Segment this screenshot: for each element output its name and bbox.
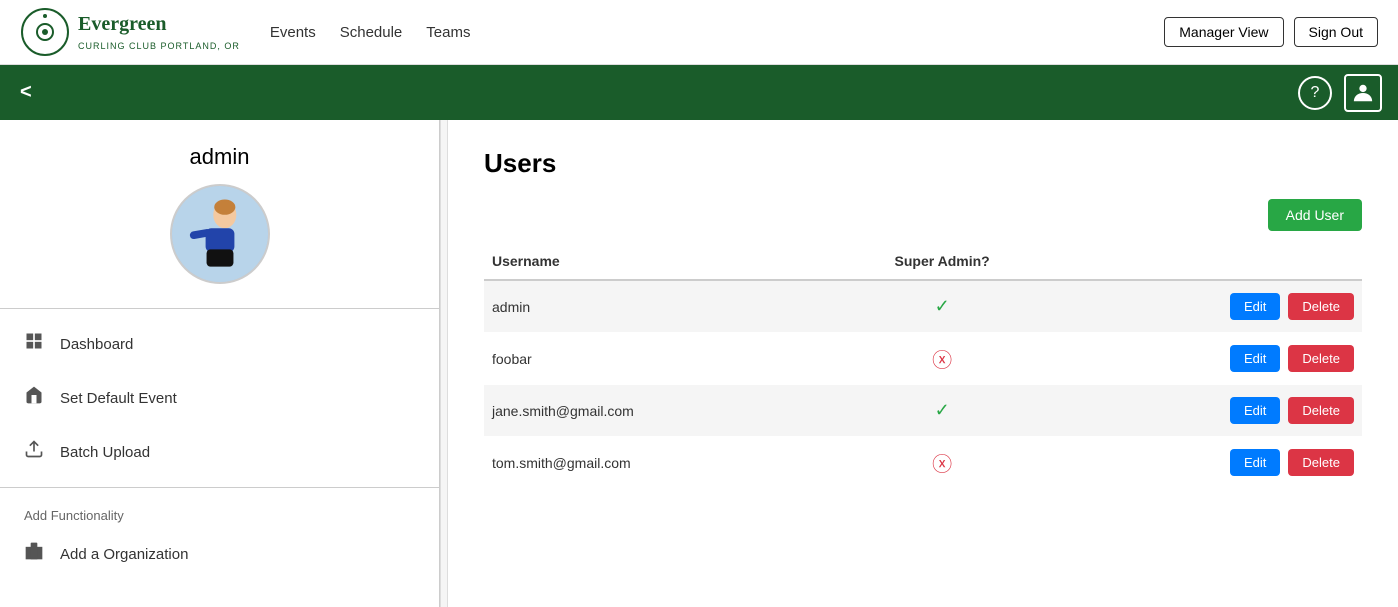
action-buttons: Edit Delete: [1069, 397, 1354, 424]
navbar-left: Evergreen CURLING CLUB PORTLAND, OR Even…: [20, 7, 470, 57]
green-bar-left: <: [16, 77, 36, 108]
table-row: jane.smith@gmail.com ✓ Edit Delete: [484, 385, 1362, 436]
x-circle-icon: ⓧ: [932, 350, 952, 372]
logo-area: Evergreen CURLING CLUB PORTLAND, OR: [20, 7, 240, 57]
edit-button[interactable]: Edit: [1230, 345, 1280, 372]
cell-username: foobar: [484, 332, 823, 385]
edit-button[interactable]: Edit: [1230, 397, 1280, 424]
sidebar-item-dashboard[interactable]: Dashboard: [0, 317, 439, 371]
col-actions: [1061, 243, 1362, 280]
person-icon: [1352, 82, 1374, 104]
avatar: [170, 184, 270, 284]
nav-schedule[interactable]: Schedule: [340, 24, 403, 41]
col-username: Username: [484, 243, 823, 280]
logo-icon: [20, 7, 70, 57]
delete-button[interactable]: Delete: [1288, 345, 1354, 372]
delete-button[interactable]: Delete: [1288, 449, 1354, 476]
cell-username: admin: [484, 280, 823, 332]
sidebar-item-batch-upload[interactable]: Batch Upload: [0, 425, 439, 479]
cell-actions: Edit Delete: [1061, 280, 1362, 332]
upload-icon: [24, 439, 44, 465]
cell-username: jane.smith@gmail.com: [484, 385, 823, 436]
cell-actions: Edit Delete: [1061, 385, 1362, 436]
profile-name: admin: [190, 144, 250, 170]
table-row: admin ✓ Edit Delete: [484, 280, 1362, 332]
home-icon: [24, 385, 44, 411]
delete-button[interactable]: Delete: [1288, 293, 1354, 320]
logo-text: Evergreen CURLING CLUB PORTLAND, OR: [78, 13, 240, 52]
sidebar-item-set-default-event[interactable]: Set Default Event: [0, 371, 439, 425]
sidebar-item-add-organization-label: Add a Organization: [60, 546, 188, 563]
sidebar-item-dashboard-label: Dashboard: [60, 336, 133, 353]
green-bar-right: ?: [1298, 74, 1382, 112]
cell-super-admin: ✓: [823, 385, 1062, 436]
back-button[interactable]: <: [16, 77, 36, 108]
delete-button[interactable]: Delete: [1288, 397, 1354, 424]
cell-actions: Edit Delete: [1061, 436, 1362, 489]
table-row: foobar ⓧ Edit Delete: [484, 332, 1362, 385]
profile-button[interactable]: [1344, 74, 1382, 112]
table-header-row: Username Super Admin?: [484, 243, 1362, 280]
main-layout: admin: [0, 120, 1398, 607]
nav-teams[interactable]: Teams: [426, 24, 470, 41]
users-table: Username Super Admin? admin ✓ Edit Delete…: [484, 243, 1362, 489]
x-circle-icon: ⓧ: [932, 454, 952, 476]
sidebar-item-set-default-event-label: Set Default Event: [60, 390, 177, 407]
sidebar-divider-2: [0, 487, 439, 488]
content-area: Users Add User Username Super Admin? adm…: [448, 120, 1398, 607]
nav-events[interactable]: Events: [270, 24, 316, 41]
add-user-button[interactable]: Add User: [1268, 199, 1362, 231]
navbar-right: Manager View Sign Out: [1164, 17, 1378, 47]
action-buttons: Edit Delete: [1069, 449, 1354, 476]
navbar: Evergreen CURLING CLUB PORTLAND, OR Even…: [0, 0, 1398, 65]
page-title: Users: [484, 148, 1362, 179]
building-icon: [24, 541, 44, 567]
cell-actions: Edit Delete: [1061, 332, 1362, 385]
manager-view-button[interactable]: Manager View: [1164, 17, 1283, 47]
sidebar-item-add-organization[interactable]: Add a Organization: [0, 527, 439, 581]
scroll-divider: [440, 120, 448, 607]
help-button[interactable]: ?: [1298, 76, 1332, 110]
sidebar-profile: admin: [0, 120, 439, 300]
cell-super-admin: ⓧ: [823, 436, 1062, 489]
cell-super-admin: ⓧ: [823, 332, 1062, 385]
avatar-image: [172, 184, 268, 284]
col-super-admin: Super Admin?: [823, 243, 1062, 280]
content-toolbar: Add User: [484, 199, 1362, 231]
action-buttons: Edit Delete: [1069, 345, 1354, 372]
check-icon: ✓: [935, 296, 950, 316]
action-buttons: Edit Delete: [1069, 293, 1354, 320]
nav-links: Events Schedule Teams: [270, 24, 471, 41]
sidebar-section-label: Add Functionality: [0, 496, 439, 527]
check-icon: ✓: [935, 400, 950, 420]
sidebar-item-batch-upload-label: Batch Upload: [60, 444, 150, 461]
sidebar: admin: [0, 120, 440, 607]
edit-button[interactable]: Edit: [1230, 449, 1280, 476]
sidebar-divider: [0, 308, 439, 309]
sign-out-button[interactable]: Sign Out: [1294, 17, 1378, 47]
cell-username: tom.smith@gmail.com: [484, 436, 823, 489]
dashboard-icon: [24, 331, 44, 357]
table-row: tom.smith@gmail.com ⓧ Edit Delete: [484, 436, 1362, 489]
edit-button[interactable]: Edit: [1230, 293, 1280, 320]
green-bar: < ?: [0, 65, 1398, 120]
cell-super-admin: ✓: [823, 280, 1062, 332]
